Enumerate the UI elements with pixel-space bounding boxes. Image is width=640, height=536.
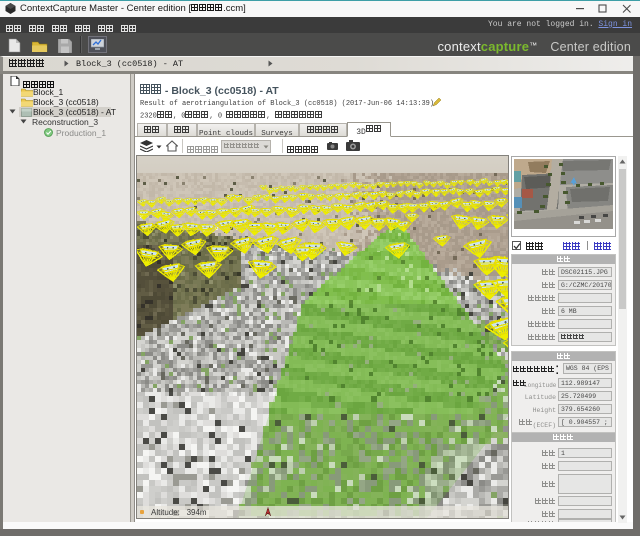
svg-text:Altitude: 394m: Altitude: 394m <box>151 508 207 517</box>
